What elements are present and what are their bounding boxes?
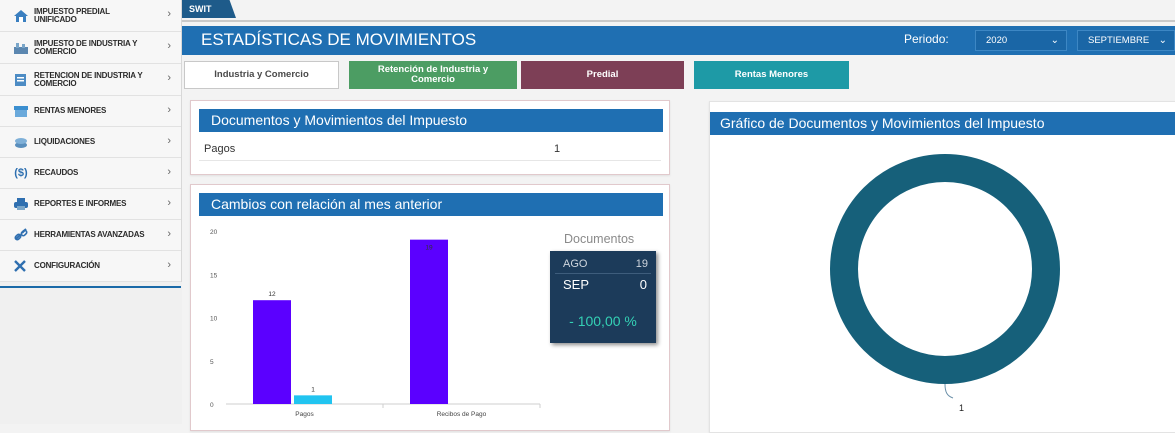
x-tick-label: Recibos de Pago	[437, 411, 487, 418]
documents-panel: Documentos y Movimientos del Impuesto Pa…	[190, 100, 670, 175]
tab-rentas[interactable]: Rentas Menores	[694, 61, 849, 89]
documents-panel-title: Documentos y Movimientos del Impuesto	[199, 109, 663, 132]
year-value: 2020	[986, 35, 1008, 46]
row-value: 1	[554, 143, 561, 155]
bar-data-label: 1	[311, 386, 315, 393]
chevron-down-icon: ⌄	[1050, 35, 1059, 46]
sidebar-item-label: RENTAS MENORES	[34, 106, 107, 115]
bar-data-label: 19	[425, 245, 433, 252]
sidebar-item-label: RECAUDOS	[34, 168, 79, 177]
period-label: Periodo:	[904, 32, 949, 46]
y-tick-label: 15	[210, 272, 218, 279]
sidebar-divider	[0, 286, 181, 288]
sidebar-item-label: IMPUESTO PREDIAL UNIFICADO	[34, 6, 110, 24]
y-tick-label: 20	[210, 229, 218, 236]
table-row: Pagos 1	[199, 139, 661, 161]
sidebar-item-reportes[interactable]: REPORTES E INFORMES ›	[0, 189, 181, 220]
house-tax-icon	[13, 9, 29, 23]
tab-label: Industria y Comercio	[214, 69, 309, 80]
kpi-change: - 100,00 %	[569, 313, 637, 329]
month-value: SEPTIEMBRE	[1088, 35, 1150, 46]
row-label: Pagos	[204, 143, 236, 155]
tools-icon	[13, 259, 29, 273]
tab-industria[interactable]: Industria y Comercio	[184, 61, 339, 89]
coins-icon	[13, 135, 29, 149]
sidebar-item-industria[interactable]: IMPUESTO DE INDUSTRIA Y COMERCIO ›	[0, 32, 181, 64]
chevron-right-icon: ›	[167, 135, 171, 147]
kpi-prev-label: AGO	[563, 258, 588, 270]
sidebar: IMPUESTO PREDIAL UNIFICADO › IMPUESTO DE…	[0, 0, 182, 424]
sidebar-item-label: CONFIGURACIÓN	[34, 261, 100, 270]
sidebar-item-herramientas[interactable]: HERRAMIENTAS AVANZADAS ›	[0, 220, 181, 251]
sidebar-item-liquidaciones[interactable]: LIQUIDACIONES ›	[0, 127, 181, 158]
y-tick-label: 5	[210, 359, 214, 366]
bar-data-label: 12	[268, 291, 276, 298]
shop-icon	[13, 104, 29, 118]
sidebar-item-predial[interactable]: IMPUESTO PREDIAL UNIFICADO ›	[0, 0, 181, 32]
sidebar-item-label: HERRAMIENTAS AVANZADAS	[34, 230, 145, 239]
donut-chart: 1	[830, 154, 1060, 413]
tab-label: Retención de Industria y Comercio	[377, 64, 489, 85]
donut-slice[interactable]	[830, 154, 1060, 384]
sidebar-item-retencion[interactable]: RETENCION DE INDUSTRIA Y COMERCIO ›	[0, 64, 181, 96]
x-tick-label: Pagos	[295, 411, 314, 418]
sidebar-item-label: REPORTES E INFORMES	[34, 199, 127, 208]
chevron-down-icon: ⌄	[1158, 35, 1167, 46]
kpi-divider	[555, 273, 651, 274]
chevron-right-icon: ›	[167, 197, 171, 209]
kpi-curr-label: SEP	[563, 277, 590, 292]
y-tick-label: 10	[210, 316, 218, 323]
kpi-card: AGO 19 SEP 0 - 100,00 %	[550, 251, 656, 343]
chevron-right-icon: ›	[167, 8, 171, 20]
sidebar-item-label: RETENCION DE INDUSTRIA Y COMERCIO	[34, 70, 143, 88]
bar-chart: 0 5 10 15 20 Pagos 12 1 Recibos de Pago 19	[210, 229, 541, 418]
changes-panel-title: Cambios con relación al mes anterior	[199, 193, 663, 216]
printer-icon	[13, 197, 29, 211]
y-tick-label: 0	[210, 402, 214, 409]
chevron-right-icon: ›	[167, 228, 171, 240]
sidebar-item-configuracion[interactable]: CONFIGURACIÓN ›	[0, 251, 181, 282]
donut-panel-title: Gráfico de Documentos y Movimientos del …	[710, 112, 1175, 135]
dollar-circle-icon: ($)	[14, 167, 28, 179]
chevron-right-icon: ›	[167, 72, 171, 84]
link-icon	[13, 228, 29, 242]
chevron-right-icon: ›	[167, 104, 171, 116]
kpi-title: Documentos	[564, 232, 635, 246]
bar[interactable]	[410, 239, 448, 404]
kpi-curr-value: 0	[639, 277, 647, 292]
header-bar: ESTADÍSTICAS DE MOVIMIENTOS Periodo: 202…	[182, 26, 1175, 55]
tab-label: Rentas Menores	[734, 69, 809, 80]
page-title: ESTADÍSTICAS DE MOVIMIENTOS	[201, 30, 477, 49]
sidebar-item-label: LIQUIDACIONES	[34, 137, 95, 146]
tab-retencion[interactable]: Retención de Industria y Comercio	[349, 61, 517, 89]
sidebar-item-label: IMPUESTO DE INDUSTRIA Y COMERCIO	[34, 38, 138, 56]
chevron-right-icon: ›	[167, 40, 171, 52]
month-select[interactable]: SEPTIEMBRE ⌄	[1077, 30, 1175, 51]
donut-label-leader	[944, 383, 954, 399]
bar[interactable]	[294, 395, 332, 404]
industry-icon	[13, 41, 29, 55]
chevron-right-icon: ›	[167, 166, 171, 178]
chevron-right-icon: ›	[167, 259, 171, 271]
swit-tab[interactable]: SWIT	[182, 0, 236, 18]
bar[interactable]	[253, 300, 291, 404]
tab-predial[interactable]: Predial	[521, 61, 684, 89]
tab-label: Predial	[586, 69, 619, 80]
donut-data-label: 1	[959, 403, 964, 413]
kpi-prev-value: 19	[635, 258, 648, 270]
sidebar-item-rentas[interactable]: RENTAS MENORES ›	[0, 96, 181, 127]
year-select[interactable]: 2020 ⌄	[975, 30, 1067, 51]
top-strip: SWIT	[182, 0, 1175, 22]
sidebar-menu: IMPUESTO PREDIAL UNIFICADO › IMPUESTO DE…	[0, 0, 182, 282]
document-retention-icon	[13, 73, 29, 87]
sidebar-item-recaudos[interactable]: ($) RECAUDOS ›	[0, 158, 181, 189]
